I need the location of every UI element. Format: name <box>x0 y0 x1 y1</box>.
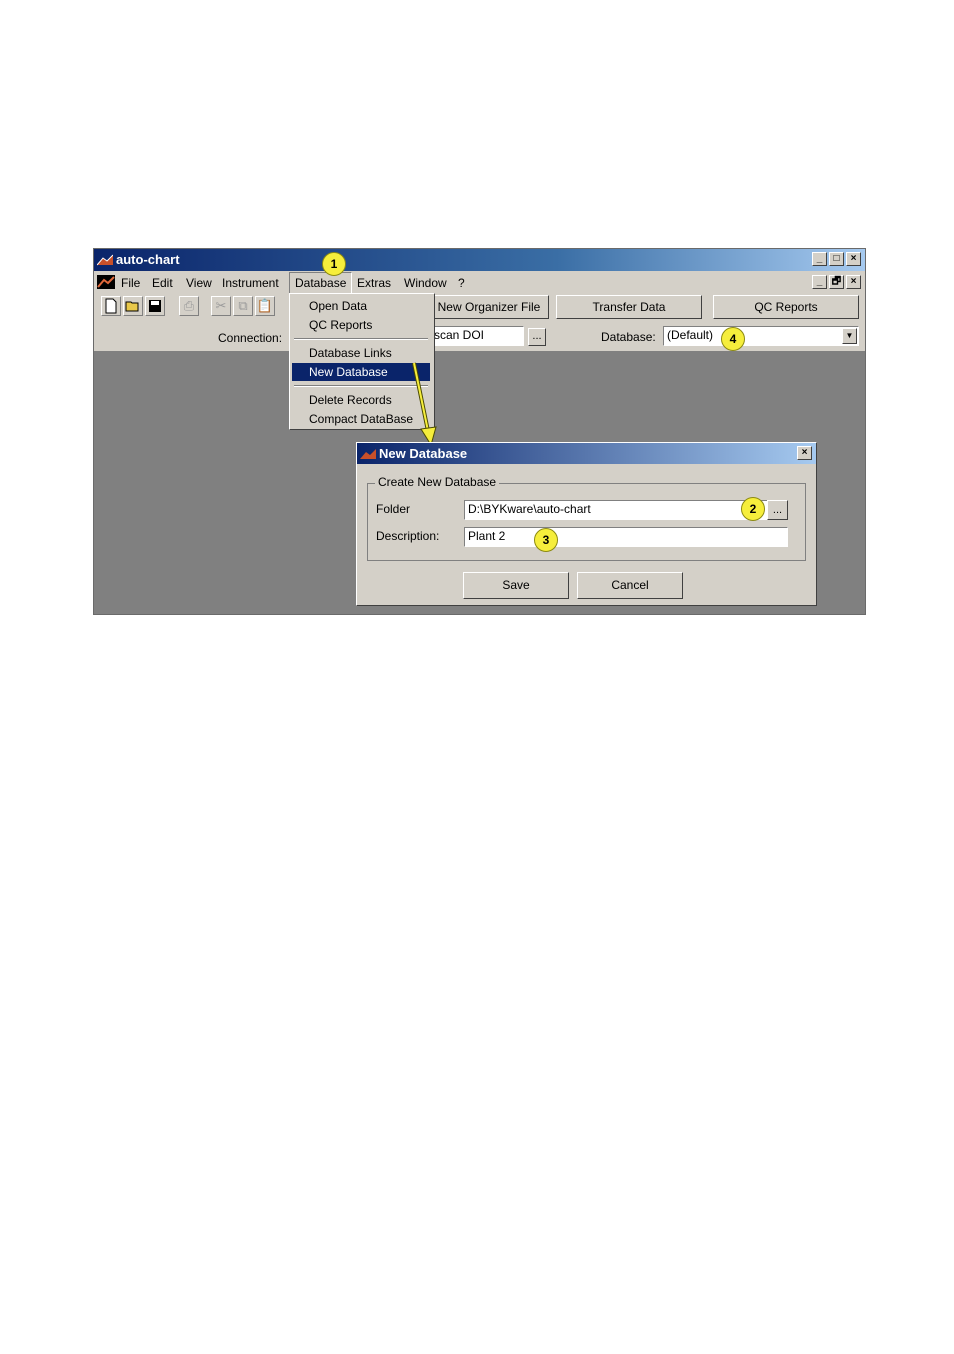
document-restore-button[interactable]: 🗗 <box>829 275 844 289</box>
app-title: auto-chart <box>116 252 180 267</box>
marker-2: 2 <box>741 497 765 521</box>
cut-icon[interactable]: ✂ <box>211 296 231 316</box>
open-folder-icon[interactable] <box>123 296 143 316</box>
qc-reports-button[interactable]: QC Reports <box>713 295 859 319</box>
group-title: Create New Database <box>375 475 500 489</box>
callout-arrow <box>412 362 437 447</box>
menu-item-qc-reports[interactable]: QC Reports <box>292 316 430 334</box>
save-disk-icon[interactable] <box>145 296 165 316</box>
database-label: Database: <box>601 330 656 344</box>
maximize-button[interactable]: □ <box>829 252 844 266</box>
dialog-title: New Database <box>379 446 468 461</box>
menu-database[interactable]: Database <box>289 272 353 294</box>
cancel-button[interactable]: Cancel <box>577 572 683 599</box>
connection-browse-button[interactable]: ... <box>528 328 546 346</box>
folder-label: Folder <box>376 502 411 516</box>
menu-item-open-data[interactable]: Open Data <box>292 297 430 315</box>
app-titlebar[interactable]: auto-chart _ □ × <box>94 249 865 271</box>
new-database-dialog: New Database × Create New Database Folde… <box>356 442 817 606</box>
marker-3: 3 <box>534 528 558 552</box>
menu-separator <box>294 338 428 340</box>
connection-label: Connection: <box>218 331 283 345</box>
database-select[interactable]: (Default) ▼ <box>663 326 859 346</box>
menu-edit[interactable]: Edit <box>152 276 173 290</box>
database-select-value: (Default) <box>667 328 714 342</box>
document-logo-icon <box>97 275 115 289</box>
app-window: auto-chart _ □ × File Edit View Instrume… <box>93 248 866 615</box>
menu-view[interactable]: View <box>186 276 212 290</box>
save-button[interactable]: Save <box>463 572 569 599</box>
document-controls: _ 🗗 × <box>812 275 861 289</box>
description-field[interactable]: Plant 2 <box>464 527 788 547</box>
window-controls: _ □ × <box>812 252 861 266</box>
dialog-logo-icon <box>360 449 376 459</box>
connection-field[interactable]: scan DOI <box>430 326 524 346</box>
folder-field[interactable]: D:\BYKware\auto-chart <box>464 500 768 520</box>
minimize-button[interactable]: _ <box>812 252 827 266</box>
save-button-label: Save <box>502 578 530 592</box>
menu-instrument[interactable]: Instrument <box>222 276 279 290</box>
cancel-button-label: Cancel <box>611 578 649 592</box>
menu-window[interactable]: Window <box>404 276 447 290</box>
paste-icon[interactable]: 📋 <box>255 296 275 316</box>
copy-icon[interactable]: ⧉ <box>233 296 253 316</box>
create-database-group <box>367 483 806 561</box>
menu-item-database-links[interactable]: Database Links <box>292 344 430 362</box>
new-file-icon[interactable] <box>101 296 121 316</box>
menu-extras[interactable]: Extras <box>357 276 391 290</box>
menu-help[interactable]: ? <box>458 276 465 290</box>
document-close-button[interactable]: × <box>846 275 861 289</box>
folder-browse-button[interactable]: ... <box>767 500 788 520</box>
marker-4: 4 <box>721 327 745 351</box>
description-label: Description: <box>376 529 440 543</box>
dialog-close-icon[interactable]: × <box>797 446 812 460</box>
marker-1: 1 <box>322 252 346 276</box>
menu-bar: File Edit View Instrument Database Extra… <box>94 271 865 294</box>
document-minimize-button[interactable]: _ <box>812 275 827 289</box>
transfer-data-button[interactable]: Transfer Data <box>556 295 702 319</box>
toolbar: ⎙ ✂ ⧉ 📋 New Organizer File Transfer Data… <box>94 293 865 351</box>
menu-file[interactable]: File <box>121 276 140 290</box>
chevron-down-icon[interactable]: ▼ <box>842 328 857 344</box>
print-icon[interactable]: ⎙ <box>179 296 199 316</box>
app-logo-icon <box>97 254 113 266</box>
close-button[interactable]: × <box>846 252 861 266</box>
dialog-titlebar[interactable]: New Database × <box>357 443 816 464</box>
new-organizer-file-button[interactable]: New Organizer File <box>429 295 549 319</box>
